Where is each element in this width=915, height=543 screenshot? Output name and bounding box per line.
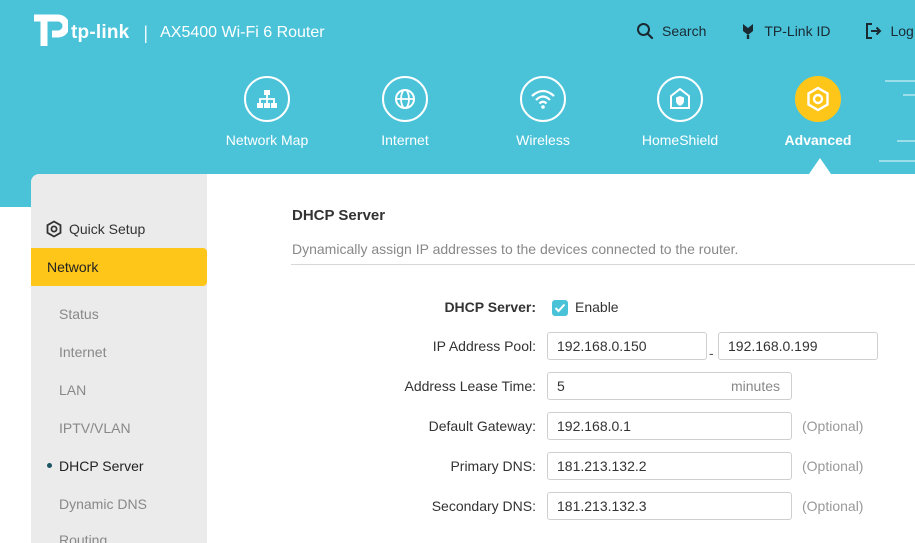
lease-time-label: Address Lease Time:	[404, 378, 536, 394]
logo-separator: |	[143, 22, 149, 43]
nav-label: Internet	[381, 132, 429, 148]
logout-label: Log	[890, 23, 914, 39]
sidebar: Quick Setup Network Status Internet LAN …	[31, 174, 207, 543]
search-icon	[637, 23, 654, 40]
page-description: Dynamically assign IP addresses to the d…	[292, 241, 739, 257]
nav-internet[interactable]: Internet	[335, 76, 475, 148]
nav-label: Wireless	[516, 132, 570, 148]
nav-advanced[interactable]: Advanced	[748, 76, 888, 148]
globe-icon	[382, 76, 428, 122]
sidebar-item-routing[interactable]: Routing	[59, 532, 107, 543]
divider	[291, 264, 915, 265]
homeshield-icon	[657, 76, 703, 122]
tplink-id-icon	[743, 24, 754, 39]
ip-pool-end-input[interactable]	[718, 332, 878, 360]
sidebar-item-lan[interactable]: LAN	[59, 382, 86, 398]
tplink-id-link[interactable]: TP-Link ID	[740, 22, 830, 40]
nav-wireless[interactable]: Wireless	[473, 76, 613, 148]
enable-label: Enable	[575, 299, 619, 315]
sidebar-section-network[interactable]: Network	[31, 248, 207, 286]
sidebar-quick-setup[interactable]: Quick Setup	[45, 220, 145, 238]
logout-icon	[866, 23, 882, 39]
quick-setup-gear-icon	[46, 220, 62, 238]
router-model: AX5400 Wi-Fi 6 Router	[160, 24, 325, 41]
content-panel: DHCP Server Dynamically assign IP addres…	[207, 174, 915, 543]
gateway-optional-hint: (Optional)	[802, 418, 864, 434]
secondary-dns-input[interactable]	[547, 492, 792, 520]
secondary-dns-label: Secondary DNS:	[431, 498, 536, 514]
logout-link[interactable]: Log	[864, 22, 914, 40]
nav-label: HomeShield	[641, 132, 719, 148]
active-tab-pointer	[809, 158, 831, 174]
primary-dns-label: Primary DNS:	[450, 458, 536, 474]
nav-label: Advanced	[784, 132, 852, 148]
secondary-dns-optional-hint: (Optional)	[802, 498, 864, 514]
nav-label: Network Map	[225, 132, 309, 148]
ip-pool-dash: -	[709, 345, 714, 361]
tplink-logo-icon	[30, 14, 70, 52]
nav-homeshield[interactable]: HomeShield	[610, 76, 750, 148]
gear-icon	[795, 76, 841, 122]
brand: tp-link | AX5400 Wi-Fi 6 Router	[30, 14, 325, 52]
dhcp-server-label: DHCP Server:	[444, 299, 536, 315]
dhcp-enable-checkbox[interactable]	[552, 300, 568, 316]
wifi-icon	[520, 76, 566, 122]
main-nav: Network Map Internet Wireless HomeShield…	[0, 76, 915, 166]
tplink-id-label: TP-Link ID	[764, 23, 831, 39]
ip-pool-start-input[interactable]	[547, 332, 707, 360]
checkmark-icon	[554, 303, 566, 313]
lease-time-unit: minutes	[731, 378, 781, 394]
logo-text: tp-link	[71, 22, 130, 43]
sidebar-item-dhcp-server[interactable]: DHCP Server	[59, 458, 144, 474]
default-gateway-label: Default Gateway:	[428, 418, 536, 434]
primary-dns-optional-hint: (Optional)	[802, 458, 864, 474]
network-map-icon	[244, 76, 290, 122]
page-title: DHCP Server	[292, 207, 386, 224]
quick-setup-label: Quick Setup	[69, 221, 146, 237]
sidebar-item-iptv-vlan[interactable]: IPTV/VLAN	[59, 420, 131, 436]
search-link[interactable]: Search	[636, 22, 706, 40]
sidebar-item-dynamic-dns[interactable]: Dynamic DNS	[59, 496, 147, 512]
active-bullet-icon	[47, 463, 52, 468]
nav-network-map[interactable]: Network Map	[197, 76, 337, 148]
top-links: Search TP-Link ID Log	[636, 22, 915, 40]
search-label: Search	[662, 23, 707, 39]
primary-dns-input[interactable]	[547, 452, 792, 480]
ip-pool-label: IP Address Pool:	[432, 338, 536, 354]
sidebar-item-status[interactable]: Status	[59, 306, 99, 322]
sidebar-item-internet[interactable]: Internet	[59, 344, 106, 360]
default-gateway-input[interactable]	[547, 412, 792, 440]
